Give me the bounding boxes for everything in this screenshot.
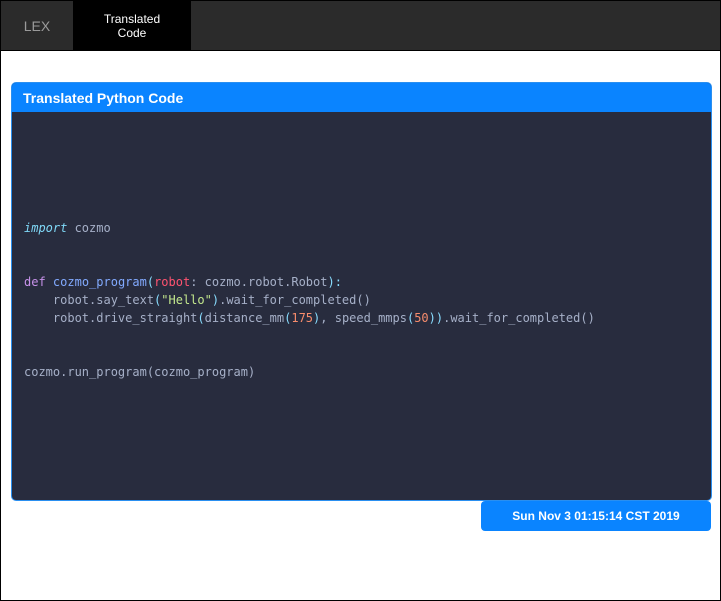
app-window: LEX Translated Code Translated Python Co… [0, 0, 721, 601]
code-line-drive-straight: robot.drive_straight(distance_mm(175), s… [24, 311, 595, 325]
tab-translated-code-label: Translated Code [103, 11, 161, 40]
code-panel: Translated Python Code import cozmo def c… [11, 82, 712, 501]
tab-translated-code[interactable]: Translated Code [73, 1, 191, 50]
panel-title: Translated Python Code [12, 83, 711, 112]
code-block[interactable]: import cozmo def cozmo_program(robot: coz… [24, 219, 595, 381]
top-nav-bar: LEX Translated Code [1, 1, 720, 51]
code-line-import: import cozmo [24, 221, 111, 235]
code-line-say-text: robot.say_text("Hello").wait_for_complet… [24, 293, 371, 307]
code-line-def: def cozmo_program(robot: cozmo.robot.Rob… [24, 275, 342, 289]
tab-lex[interactable]: LEX [1, 1, 73, 50]
code-line-run: cozmo.run_program(cozmo_program) [24, 365, 256, 379]
tab-lex-label: LEX [23, 17, 51, 34]
timestamp-badge: Sun Nov 3 01:15:14 CST 2019 [481, 501, 711, 531]
